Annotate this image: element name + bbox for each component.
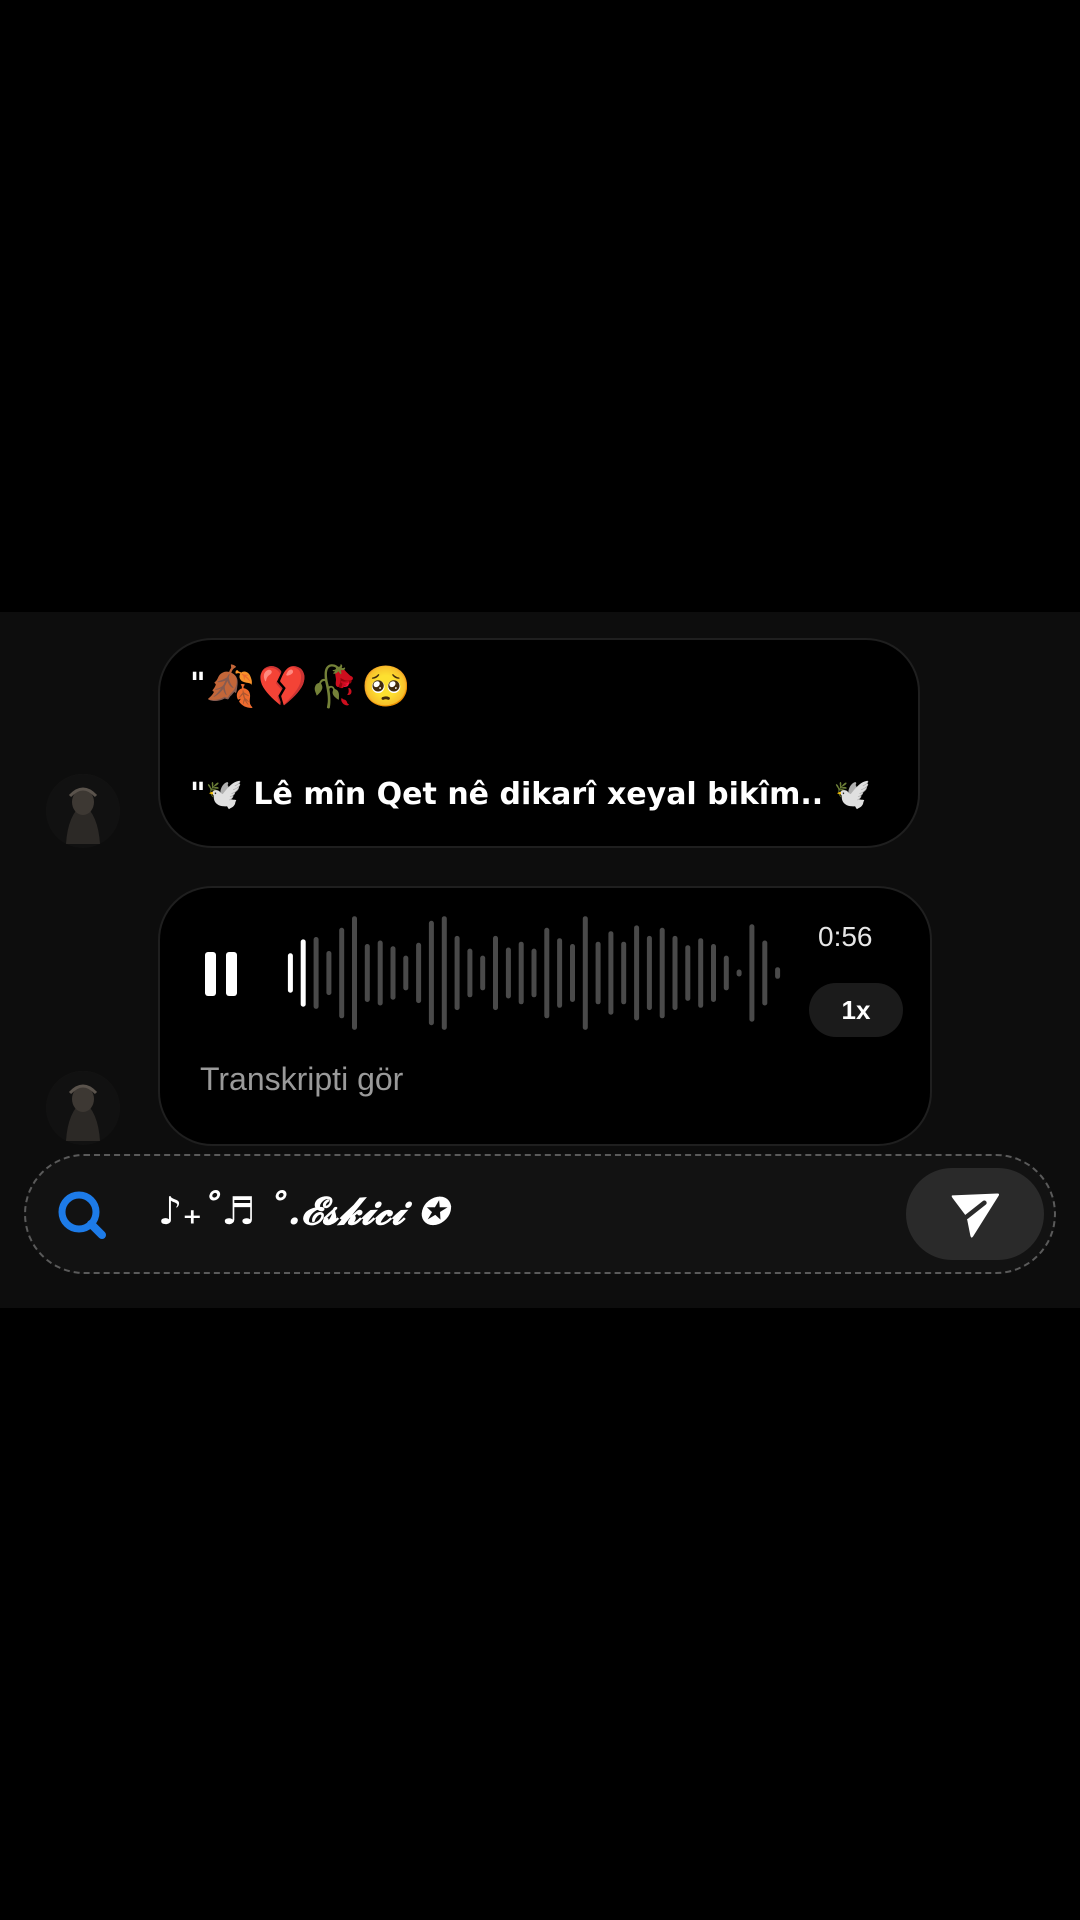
waveform-bar	[416, 942, 422, 1004]
waveform-bar	[570, 944, 575, 1002]
waveform-bar	[544, 927, 550, 1019]
waveform-bar	[557, 938, 563, 1008]
waveform-bar	[480, 955, 486, 991]
waveform-bar	[326, 951, 332, 996]
waveform-bar	[595, 941, 601, 1005]
pause-icon-bar	[226, 952, 237, 996]
waveform-bar	[531, 948, 537, 998]
waveform-bar	[711, 944, 716, 1002]
pause-button[interactable]	[205, 952, 237, 996]
waveform-bar	[621, 941, 627, 1005]
quote-mark: "	[190, 667, 206, 702]
waveform-bar	[377, 940, 383, 1006]
send-icon	[951, 1193, 1000, 1238]
waveform-bar	[352, 916, 357, 1030]
waveform-bar	[685, 945, 691, 1001]
waveform-bar	[634, 925, 640, 1021]
pause-icon-bar	[205, 952, 216, 996]
waveform-bar	[749, 924, 755, 1022]
waveform-bar	[672, 935, 678, 1011]
playback-speed-button[interactable]: 1x	[809, 983, 903, 1037]
sender-avatar[interactable]	[46, 1071, 120, 1145]
waveform-bar	[287, 953, 293, 993]
voice-waveform[interactable]	[284, 915, 784, 1031]
screen: "🍂💔🥀🥺 "🕊️ Lê mîn Qet nê dikarî xeyal bik…	[0, 0, 1080, 1920]
waveform-bar	[608, 931, 614, 1015]
waveform-bar	[339, 927, 345, 1019]
waveform-bar	[403, 955, 409, 991]
send-button[interactable]	[906, 1168, 1044, 1260]
view-transcript-link[interactable]: Transkripti gör	[200, 1061, 403, 1098]
waveform-bar	[300, 939, 306, 1007]
search-icon	[58, 1191, 106, 1239]
message-line-1: "🍂💔🥀🥺	[190, 663, 413, 710]
waveform-bar	[698, 938, 704, 1008]
waveform-bar	[364, 944, 370, 1002]
waveform-bar	[313, 937, 319, 1009]
waveform-bar	[775, 967, 781, 979]
waveform-bar	[723, 955, 729, 991]
waveform-bar	[518, 941, 524, 1005]
composer-input[interactable]: ♪₊˚♬ ˚.𝓔𝓼𝓴𝓲𝓬𝓲 ✪	[158, 1188, 448, 1234]
waveform-bar	[659, 927, 665, 1019]
waveform-bar	[454, 935, 460, 1011]
message-line-2: "🕊️ Lê mîn Qet nê dikarî xeyal bikîm.. 🕊…	[190, 777, 872, 812]
waveform-bar	[582, 916, 588, 1030]
waveform-bar	[441, 916, 447, 1030]
sender-avatar[interactable]	[46, 774, 120, 848]
search-button[interactable]	[32, 1180, 132, 1250]
waveform-bar	[390, 946, 396, 1000]
waveform-bar	[428, 920, 434, 1026]
waveform-bar	[646, 935, 652, 1011]
waveform-bar	[467, 948, 473, 998]
voice-duration: 0:56	[818, 921, 873, 952]
waveform-bar	[736, 969, 742, 977]
waveform-bar	[493, 935, 498, 1011]
waveform-bar	[505, 947, 511, 999]
emoji-row: 🍂💔🥀🥺	[205, 664, 413, 710]
waveform-bar	[762, 940, 768, 1006]
